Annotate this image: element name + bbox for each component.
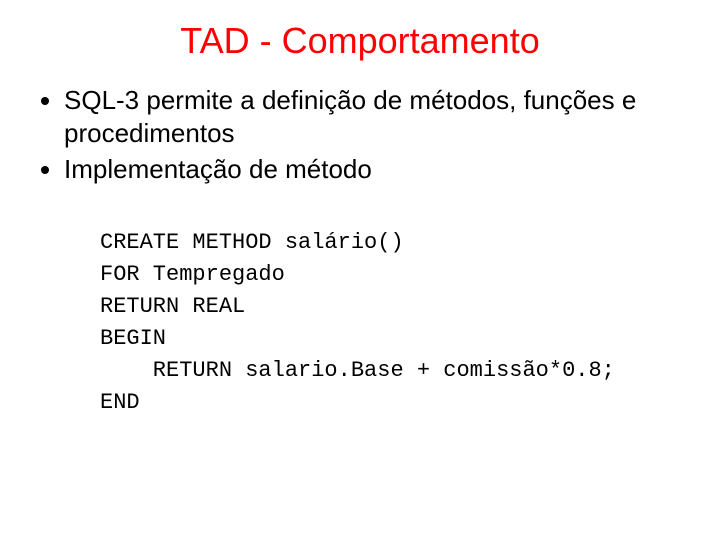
code-line-5: RETURN salario.Base + comissão*0.8;: [100, 358, 615, 383]
code-line-4: BEGIN: [100, 326, 166, 351]
slide-title: TAD - Comportamento: [28, 20, 692, 62]
code-line-2: FOR Tempregado: [100, 262, 285, 287]
code-block: CREATE METHOD salário() FOR Tempregado R…: [100, 196, 692, 451]
code-line-6: END: [100, 390, 140, 415]
bullet-list: SQL-3 permite a definição de métodos, fu…: [40, 84, 692, 186]
slide: TAD - Comportamento SQL-3 permite a defi…: [0, 0, 720, 540]
code-line-1: CREATE METHOD salário(): [100, 230, 404, 255]
code-line-3: RETURN REAL: [100, 294, 245, 319]
bullet-item-1: SQL-3 permite a definição de métodos, fu…: [64, 84, 692, 149]
bullet-item-2: Implementação de método: [64, 153, 692, 186]
